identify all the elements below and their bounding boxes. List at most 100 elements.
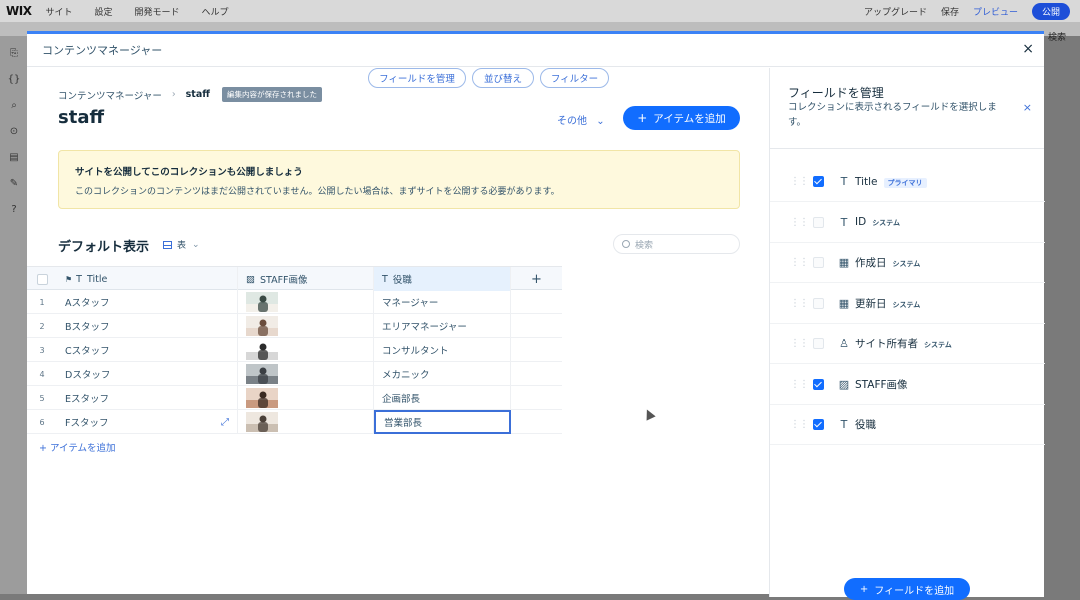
staff-photo-thumbnail bbox=[246, 412, 278, 432]
add-field-button[interactable]: + フィールドを追加 bbox=[844, 578, 970, 600]
view-type-dropdown[interactable]: 表 ⌄ bbox=[163, 238, 200, 251]
title-cell[interactable]: Fスタッフ ⤢ bbox=[57, 410, 238, 434]
title-cell[interactable]: Bスタッフ bbox=[57, 314, 238, 338]
chevron-right-icon: › bbox=[171, 89, 176, 100]
field-name: 役職 bbox=[855, 417, 876, 432]
table-header-row: ⚑ T Title ▨ STAFF画像 T 役職 + bbox=[27, 266, 562, 291]
publish-button[interactable]: 公開 bbox=[1031, 2, 1070, 20]
field-item[interactable]: ⋮⋮ ▦ 作成日 システム bbox=[770, 243, 1045, 283]
select-all-checkbox[interactable] bbox=[36, 273, 48, 285]
field-tag-badge: システム bbox=[924, 341, 952, 349]
role-cell[interactable]: マネージャー bbox=[374, 290, 511, 314]
role-value: コンサルタント bbox=[382, 346, 449, 357]
add-column-button[interactable]: + bbox=[511, 267, 562, 291]
column-header-image[interactable]: ▨ STAFF画像 bbox=[238, 267, 374, 291]
field-name: 作成日 システム bbox=[855, 255, 920, 270]
image-cell[interactable] bbox=[238, 410, 374, 434]
title-cell[interactable]: Cスタッフ bbox=[57, 338, 238, 362]
table-row[interactable]: 4 Dスタッフ メカニック bbox=[27, 362, 562, 386]
staff-photo-thumbnail bbox=[246, 340, 278, 360]
field-visibility-checkbox[interactable] bbox=[813, 257, 824, 268]
image-cell[interactable] bbox=[238, 362, 374, 386]
manage-fields-panel: フィールドを管理 コレクションに表示されるフィールドを選択します。 × ⋮⋮ T T… bbox=[769, 68, 1045, 600]
expand-icon[interactable]: ⤢ bbox=[221, 417, 229, 428]
field-visibility-checkbox[interactable] bbox=[813, 419, 824, 430]
editor-menu-site[interactable]: サイト bbox=[45, 5, 72, 18]
field-item[interactable]: ⋮⋮ ▨ STAFF画像 bbox=[770, 365, 1045, 405]
cms-icon[interactable]: ▤ bbox=[0, 152, 28, 166]
theme-icon[interactable]: ⊙ bbox=[0, 126, 28, 140]
drag-handle-icon[interactable]: ⋮⋮ bbox=[790, 176, 809, 187]
breadcrumb-root[interactable]: コンテンツマネージャー bbox=[58, 88, 162, 102]
drag-handle-icon[interactable]: ⋮⋮ bbox=[790, 419, 809, 430]
editor-menu-help[interactable]: ヘルプ bbox=[202, 5, 229, 18]
editor-menu-dev-mode[interactable]: 開発モード bbox=[134, 5, 179, 18]
table-search-input[interactable]: 検索 bbox=[613, 234, 740, 254]
drag-handle-icon[interactable]: ⋮⋮ bbox=[790, 298, 809, 309]
drag-handle-icon[interactable]: ⋮⋮ bbox=[790, 379, 809, 390]
field-visibility-checkbox[interactable] bbox=[813, 338, 824, 349]
title-cell[interactable]: Aスタッフ bbox=[57, 290, 238, 314]
field-visibility-checkbox[interactable] bbox=[813, 216, 824, 228]
help-icon[interactable]: ? bbox=[0, 204, 28, 218]
table-row[interactable]: 6 Fスタッフ ⤢ 営業部長 bbox=[27, 410, 562, 434]
role-value: 企画部長 bbox=[382, 394, 421, 405]
edit-icon[interactable]: ✎ bbox=[0, 178, 28, 192]
field-visibility-checkbox[interactable] bbox=[813, 176, 824, 187]
upgrade-link[interactable]: アップグレード bbox=[864, 5, 927, 18]
role-cell[interactable]: 営業部長 bbox=[374, 410, 511, 434]
editor-menu-settings[interactable]: 設定 bbox=[94, 5, 112, 18]
more-actions-button[interactable]: その他 ⌄ bbox=[557, 112, 605, 127]
drag-handle-icon[interactable]: ⋮⋮ bbox=[790, 257, 809, 268]
role-cell[interactable]: 企画部長 bbox=[374, 386, 511, 410]
image-cell[interactable] bbox=[238, 314, 374, 338]
title-cell[interactable]: Dスタッフ bbox=[57, 362, 238, 386]
select-all-checkbox-cell[interactable] bbox=[27, 267, 57, 291]
column-image-label: STAFF画像 bbox=[259, 275, 308, 286]
field-visibility-checkbox[interactable] bbox=[813, 297, 824, 309]
close-icon[interactable]: × bbox=[1023, 101, 1032, 114]
sort-button[interactable]: 並び替え bbox=[472, 68, 534, 88]
content-manager-modal: コンテンツマネージャー × コンテンツマネージャー › staff 編集内容が保… bbox=[27, 31, 1045, 600]
code-icon[interactable]: {} bbox=[0, 74, 28, 88]
search-icon[interactable]: ⌕ bbox=[0, 100, 28, 114]
pages-icon[interactable]: ⎘ bbox=[0, 48, 28, 62]
role-cell[interactable]: メカニック bbox=[374, 362, 511, 386]
table-row[interactable]: 3 Cスタッフ コンサルタント bbox=[27, 338, 562, 362]
close-icon[interactable]: × bbox=[1022, 41, 1034, 57]
editor-search[interactable]: 検索 bbox=[1048, 30, 1066, 43]
staff-photo-thumbnail bbox=[246, 388, 278, 408]
field-tag-badge: システム bbox=[892, 260, 921, 268]
field-item[interactable]: ⋮⋮ ♙ サイト所有者 システム bbox=[770, 324, 1045, 364]
manage-fields-button[interactable]: フィールドを管理 bbox=[368, 68, 466, 88]
collection-main: コンテンツマネージャー › staff 編集内容が保存されました staff そ… bbox=[27, 68, 769, 597]
column-header-role[interactable]: T 役職 bbox=[374, 267, 511, 291]
field-item[interactable]: ⋮⋮ T 役職 bbox=[770, 405, 1045, 445]
field-visibility-checkbox[interactable] bbox=[813, 378, 824, 390]
field-name: ID システム bbox=[855, 216, 900, 228]
title-cell[interactable]: Eスタッフ bbox=[57, 386, 238, 410]
plus-icon: + bbox=[859, 583, 869, 595]
preview-link[interactable]: プレビュー bbox=[973, 5, 1018, 18]
image-cell[interactable] bbox=[238, 338, 374, 362]
field-item[interactable]: ⋮⋮ ▦ 更新日 システム bbox=[770, 284, 1045, 324]
save-link[interactable]: 保存 bbox=[941, 5, 959, 18]
drag-handle-icon[interactable]: ⋮⋮ bbox=[790, 217, 809, 228]
table-row[interactable]: 1 Aスタッフ マネージャー bbox=[27, 290, 562, 314]
add-row-link[interactable]: + アイテムを追加 bbox=[39, 440, 116, 454]
column-header-title[interactable]: ⚑ T Title bbox=[57, 267, 238, 291]
image-cell[interactable] bbox=[238, 290, 374, 314]
table-row[interactable]: 2 Bスタッフ エリアマネージャー bbox=[27, 314, 562, 338]
role-cell[interactable]: コンサルタント bbox=[374, 338, 511, 362]
field-item[interactable]: ⋮⋮ T Title プライマリ bbox=[770, 162, 1045, 202]
image-cell[interactable] bbox=[238, 386, 374, 410]
column-title-label: Title bbox=[86, 273, 108, 285]
add-item-button[interactable]: + アイテムを追加 bbox=[623, 106, 740, 130]
field-type-icon: T bbox=[840, 215, 848, 229]
row-number: 2 bbox=[39, 321, 45, 331]
table-row[interactable]: 5 Eスタッフ 企画部長 bbox=[27, 386, 562, 410]
filter-button[interactable]: フィルター bbox=[540, 68, 609, 88]
role-cell[interactable]: エリアマネージャー bbox=[374, 314, 511, 338]
drag-handle-icon[interactable]: ⋮⋮ bbox=[790, 338, 809, 349]
field-item[interactable]: ⋮⋮ T ID システム bbox=[770, 203, 1045, 243]
